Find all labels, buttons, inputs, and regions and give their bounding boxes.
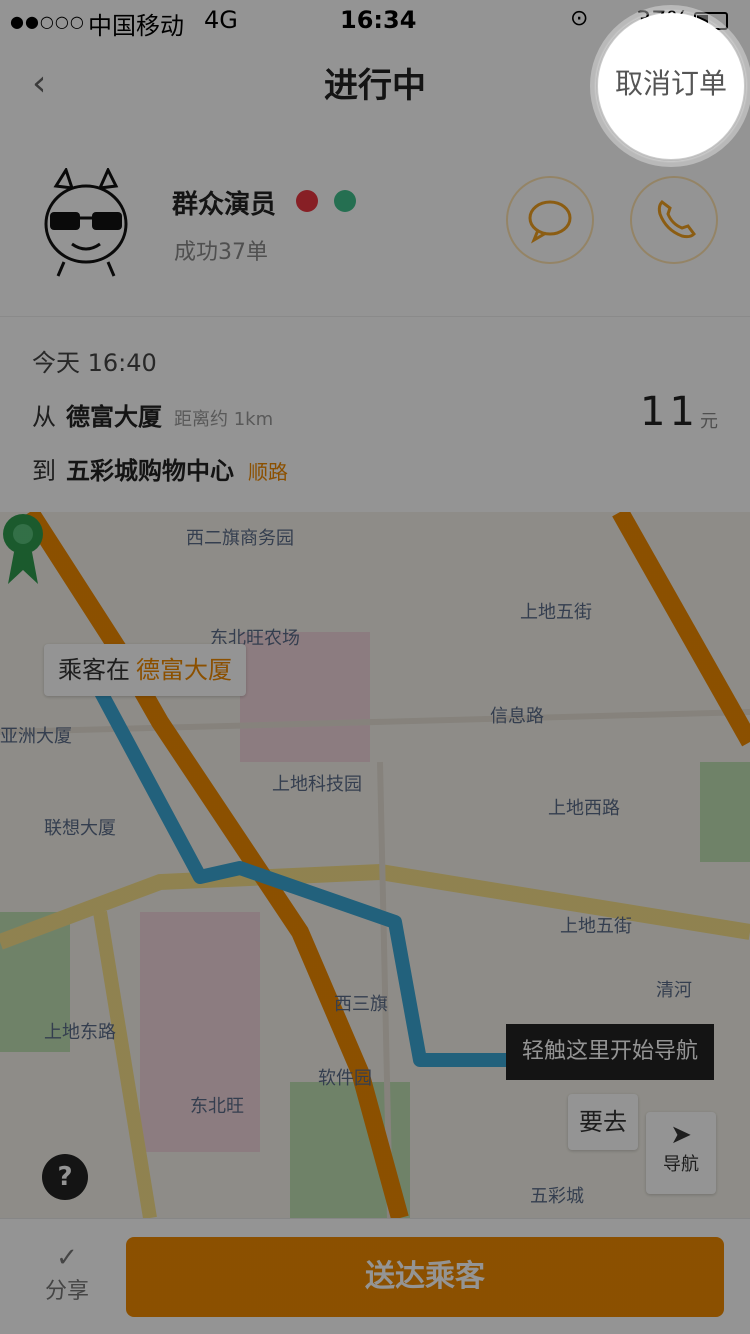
go-button[interactable]: 要去 bbox=[568, 1094, 638, 1150]
signal-icon: ●●○○○ bbox=[10, 12, 85, 31]
map-label: 上地五街 bbox=[520, 602, 592, 623]
from-label: 从 bbox=[32, 403, 56, 431]
navigation-tooltip: 轻触这里开始导航 bbox=[506, 1024, 715, 1080]
to-place: 五彩城购物中心 bbox=[66, 457, 234, 485]
share-label: 分享 bbox=[44, 1279, 89, 1304]
map-label: 亚洲大厦 bbox=[0, 726, 72, 747]
pickup-callout: 乘客在 德富大厦 bbox=[44, 644, 246, 696]
pickup-place: 德富大厦 bbox=[136, 656, 232, 684]
share-button[interactable]: ✓ 分享 bbox=[30, 1239, 104, 1319]
checkmark-icon: ✓ bbox=[56, 1243, 78, 1273]
map-label: 五彩城 bbox=[530, 1186, 584, 1207]
spotlight-cancel-label[interactable]: 取消订单 bbox=[606, 62, 736, 102]
map-label: 清河 bbox=[656, 980, 692, 1001]
map-label: 西二旗商务园 bbox=[186, 528, 294, 549]
map-label: 上地西路 bbox=[548, 798, 620, 819]
map-label: 上地科技园 bbox=[272, 774, 362, 795]
clock: 16:34 bbox=[340, 6, 417, 34]
navigate-button[interactable]: ➤ 导航 bbox=[646, 1112, 716, 1194]
bottom-bar: ✓ 分享 送达乘客 bbox=[0, 1218, 750, 1334]
from-place: 德富大厦 bbox=[66, 403, 162, 431]
pickup-prefix: 乘客在 bbox=[58, 656, 130, 684]
map-label: 上地五街 bbox=[560, 916, 632, 937]
badge-red-icon bbox=[296, 190, 318, 212]
driver-name: 群众演员 bbox=[172, 190, 277, 220]
map-label: 联想大厦 bbox=[44, 818, 116, 839]
trip-time: 今天 16:40 bbox=[32, 349, 157, 377]
network-label: 4G bbox=[204, 6, 238, 34]
map-label: 上地东路 bbox=[44, 1022, 116, 1043]
phone-icon bbox=[657, 200, 696, 239]
map-view[interactable]: 西二旗商务园 上地五街 东北旺农场 亚洲大厦 信息路 上地科技园 联想大厦 上地… bbox=[0, 512, 750, 1218]
driver-card: 群众演员 成功37单 bbox=[0, 128, 750, 316]
rotation-lock-icon: ⊙ bbox=[570, 6, 589, 31]
trip-from: 从德富大厦 距离约 1km bbox=[32, 397, 273, 432]
avatar-illustration bbox=[44, 166, 128, 277]
navigate-label: 导航 bbox=[663, 1154, 699, 1175]
badge-green-icon bbox=[334, 190, 356, 212]
message-icon bbox=[528, 200, 572, 244]
pickup-pin-icon bbox=[3, 514, 43, 584]
call-button[interactable] bbox=[630, 176, 718, 264]
fare-unit: 元 bbox=[700, 411, 718, 432]
from-distance: 距离约 1km bbox=[174, 409, 274, 430]
to-label: 到 bbox=[32, 457, 56, 485]
map-label: 西三旗 bbox=[334, 994, 388, 1015]
map-label: 软件园 bbox=[318, 1068, 372, 1089]
help-button[interactable]: ? bbox=[42, 1154, 88, 1200]
avatar[interactable] bbox=[36, 166, 136, 278]
message-button[interactable] bbox=[506, 176, 594, 264]
map-label: 东北旺 bbox=[190, 1096, 244, 1117]
trip-info: 今天 16:40 从德富大厦 距离约 1km 到五彩城购物中心 顺路 11 元 bbox=[0, 316, 750, 513]
map-label: 信息路 bbox=[490, 706, 544, 727]
arrive-passenger-button[interactable]: 送达乘客 bbox=[126, 1237, 724, 1317]
navigation-arrow-icon: ➤ bbox=[670, 1120, 692, 1150]
route-tag: 顺路 bbox=[248, 460, 288, 484]
screen: ●●○○○ 中国移动 4G 16:34 ⊙ 37% ‹ 进行中 取消订单 群众演… bbox=[0, 0, 750, 1334]
carrier-label: 中国移动 bbox=[88, 12, 184, 40]
fare-amount: 11 bbox=[640, 389, 699, 435]
trip-to: 到五彩城购物中心 顺路 bbox=[32, 451, 288, 486]
driver-order-count: 成功37单 bbox=[174, 240, 268, 265]
back-icon[interactable]: ‹ bbox=[32, 64, 72, 104]
